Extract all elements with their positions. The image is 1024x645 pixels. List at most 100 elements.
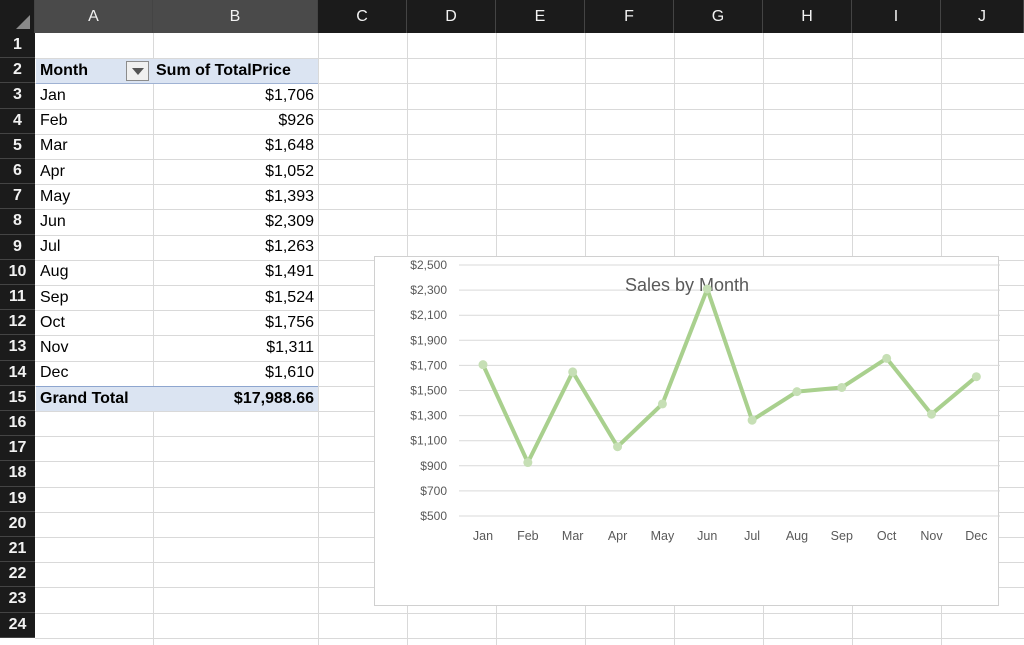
dropdown-arrow-icon xyxy=(131,67,144,75)
column-header-J[interactable]: J xyxy=(941,0,1024,33)
column-header-C[interactable]: C xyxy=(318,0,407,33)
row-header-6[interactable]: 6 xyxy=(0,159,35,185)
pivot-value-cell[interactable]: $1,524 xyxy=(152,285,314,310)
y-tick-label: $1,900 xyxy=(410,333,447,347)
pivot-value-cell[interactable]: $1,491 xyxy=(152,259,314,284)
pivot-value-cell[interactable]: $926 xyxy=(152,108,314,133)
row-header-17[interactable]: 17 xyxy=(0,436,35,462)
y-tick-label: $700 xyxy=(420,484,447,498)
spreadsheet[interactable]: ABCDEFGHIJ 1 2 3 4 5 6 7 8 9 10 11 12 13 14 15 16 17 18 19… xyxy=(0,0,1024,645)
pivot-month-cell[interactable]: Jun xyxy=(40,209,150,234)
chart-title[interactable]: Sales by Month xyxy=(625,275,749,295)
row-header-24[interactable]: 24 xyxy=(0,612,35,638)
data-point-dec[interactable] xyxy=(971,372,981,382)
pivot-value-cell[interactable]: $1,393 xyxy=(152,184,314,209)
pivot-month-cell[interactable]: Apr xyxy=(40,159,150,184)
row-header-14[interactable]: 14 xyxy=(0,360,35,386)
column-header-H[interactable]: H xyxy=(763,0,852,33)
sales-line-chart[interactable]: $500 $700 $900 $1,100 $1,300 $1,500 $1,700 $1,9… xyxy=(374,256,1000,606)
data-point-sep[interactable] xyxy=(837,382,847,392)
data-point-jan[interactable] xyxy=(478,360,488,370)
data-point-aug[interactable] xyxy=(792,387,802,397)
row-header-19[interactable]: 19 xyxy=(0,486,35,512)
row-header-22[interactable]: 22 xyxy=(0,562,35,588)
pivot-month-cell[interactable]: Oct xyxy=(40,310,150,335)
row-header-5[interactable]: 5 xyxy=(0,133,35,159)
row-header-3[interactable]: 3 xyxy=(0,83,35,109)
pivot-month-cell[interactable]: Sep xyxy=(40,285,150,310)
select-all-corner[interactable] xyxy=(0,0,35,33)
data-point-nov[interactable] xyxy=(927,409,936,419)
row-header-4[interactable]: 4 xyxy=(0,108,35,134)
pivot-month-cell[interactable]: Feb xyxy=(40,108,150,133)
row-header-10[interactable]: 10 xyxy=(0,259,35,285)
pivot-value-cell[interactable]: $1,610 xyxy=(152,360,314,385)
data-point-jul[interactable] xyxy=(747,415,757,425)
column-gridline xyxy=(318,33,319,645)
row-header-11[interactable]: 11 xyxy=(0,285,35,311)
pivot-value-cell[interactable]: $1,756 xyxy=(152,310,314,335)
row-header-13[interactable]: 13 xyxy=(0,335,35,361)
pivot-value-cell[interactable]: $1,311 xyxy=(152,335,314,360)
y-tick-label: $1,700 xyxy=(410,358,447,372)
month-filter-button[interactable] xyxy=(126,61,149,81)
pivot-value-cell[interactable]: $1,052 xyxy=(152,159,314,184)
grand-total-label[interactable]: Grand Total xyxy=(40,386,150,411)
row-gridline xyxy=(35,637,1024,639)
row-header-9[interactable]: 9 xyxy=(0,234,35,260)
y-tick-label: $1,500 xyxy=(410,384,447,398)
data-point-oct[interactable] xyxy=(882,353,892,363)
row-header-8[interactable]: 8 xyxy=(0,209,35,235)
column-header-E[interactable]: E xyxy=(496,0,585,33)
pivot-value-cell[interactable]: $1,706 xyxy=(152,83,314,108)
pivot-month-cell[interactable]: Nov xyxy=(40,335,150,360)
x-tick-label: Jul xyxy=(744,529,760,543)
chart-canvas: $500 $700 $900 $1,100 $1,300 $1,500 $1,700 $1,9… xyxy=(410,258,1000,543)
column-header-D[interactable]: D xyxy=(407,0,496,33)
x-tick-label: Jun xyxy=(697,529,717,543)
pivot-value-cell[interactable]: $1,648 xyxy=(152,133,314,158)
x-tick-label: Apr xyxy=(608,529,627,543)
row-header-23[interactable]: 23 xyxy=(0,587,35,613)
pivot-month-cell[interactable]: Dec xyxy=(40,360,150,385)
select-all-triangle-icon xyxy=(16,15,30,29)
pivot-value-cell[interactable]: $2,309 xyxy=(152,209,314,234)
row-header-2[interactable]: 2 xyxy=(0,58,35,84)
column-header-B[interactable]: B xyxy=(153,0,318,33)
row-header-1[interactable]: 1 xyxy=(0,33,35,59)
y-tick-label: $2,500 xyxy=(410,258,447,272)
data-point-jun[interactable] xyxy=(702,284,712,294)
data-point-feb[interactable] xyxy=(523,458,533,468)
pivot-month-cell[interactable]: Jul xyxy=(40,234,150,259)
row-header-21[interactable]: 21 xyxy=(0,537,35,563)
y-tick-label: $1,100 xyxy=(410,434,447,448)
pivot-month-cell[interactable]: Mar xyxy=(40,133,150,158)
column-header-I[interactable]: I xyxy=(852,0,941,33)
column-header-G[interactable]: G xyxy=(674,0,763,33)
row-header-16[interactable]: 16 xyxy=(0,411,35,437)
data-point-apr[interactable] xyxy=(613,442,623,452)
row-gridline xyxy=(35,612,1024,614)
row-header-20[interactable]: 20 xyxy=(0,511,35,537)
x-tick-label: Feb xyxy=(517,529,539,543)
x-tick-label: Oct xyxy=(877,529,897,543)
x-tick-label: Nov xyxy=(920,529,943,543)
pivot-month-cell[interactable]: Jan xyxy=(40,83,150,108)
pivot-value-cell[interactable]: $1,263 xyxy=(152,234,314,259)
pivot-month-cell[interactable]: Aug xyxy=(40,259,150,284)
pivot-value-header[interactable]: Sum of TotalPrice xyxy=(156,58,318,83)
column-header-A[interactable]: A xyxy=(35,0,153,33)
x-tick-label: Dec xyxy=(965,529,987,543)
column-header-F[interactable]: F xyxy=(585,0,674,33)
data-point-may[interactable] xyxy=(657,399,667,409)
x-tick-label: Aug xyxy=(786,529,808,543)
x-tick-label: May xyxy=(651,529,675,543)
row-header-15[interactable]: 15 xyxy=(0,385,35,411)
data-point-mar[interactable] xyxy=(568,367,578,377)
row-header-18[interactable]: 18 xyxy=(0,461,35,487)
pivot-month-cell[interactable]: May xyxy=(40,184,150,209)
grand-total-value[interactable]: $17,988.66 xyxy=(152,386,314,411)
y-tick-label: $1,300 xyxy=(410,409,447,423)
row-header-12[interactable]: 12 xyxy=(0,310,35,336)
row-header-7[interactable]: 7 xyxy=(0,184,35,210)
